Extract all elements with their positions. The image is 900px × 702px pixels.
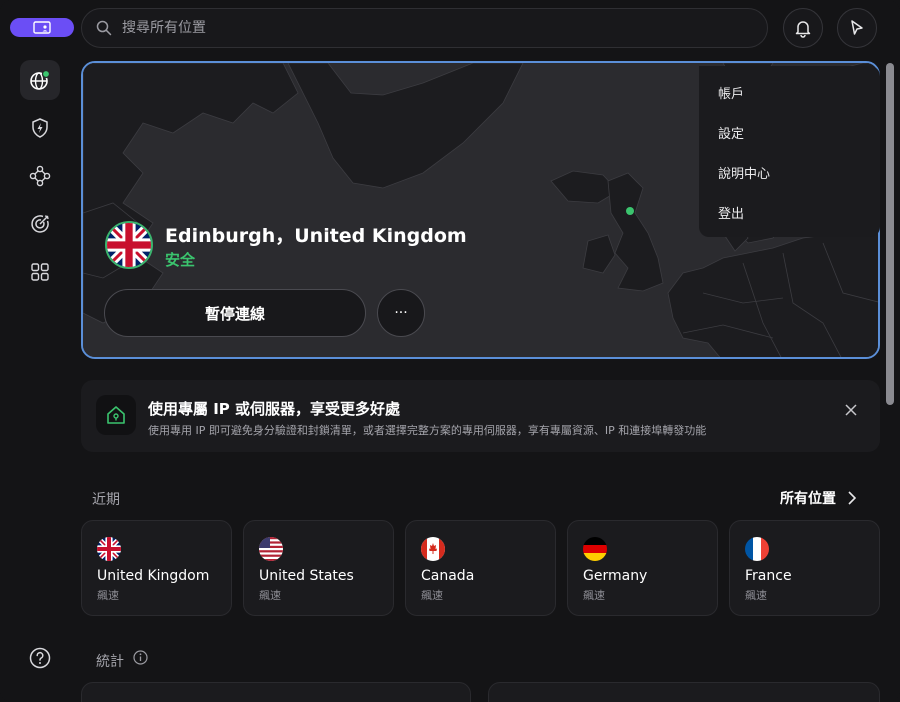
scrollbar-thumb[interactable] bbox=[886, 63, 894, 405]
card-location-sub: 飆速 bbox=[97, 589, 119, 602]
server-location-dot bbox=[626, 207, 634, 215]
profile-menu-button[interactable] bbox=[837, 8, 877, 48]
menu-item-account[interactable]: 帳戶 bbox=[699, 72, 880, 112]
sidebar-item-apps[interactable] bbox=[20, 252, 60, 292]
recent-location-card[interactable]: Germany 飆速 bbox=[567, 520, 718, 616]
uk-flag-icon bbox=[97, 537, 121, 561]
stats-card bbox=[81, 682, 471, 702]
card-location-name: United States bbox=[259, 568, 354, 584]
recent-location-card[interactable]: France 飆速 bbox=[729, 520, 880, 616]
promo-title: 使用專屬 IP 或伺服器，享受更多好處 bbox=[148, 400, 401, 418]
us-flag-icon bbox=[259, 537, 283, 561]
menu-item-settings[interactable]: 設定 bbox=[699, 112, 880, 152]
mesh-network-icon bbox=[29, 165, 51, 187]
card-location-name: France bbox=[745, 568, 792, 584]
card-location-sub: 飆速 bbox=[421, 589, 443, 602]
menu-item-logout[interactable]: 登出 bbox=[699, 192, 880, 232]
close-icon[interactable] bbox=[841, 400, 861, 420]
chevron-right-icon bbox=[848, 491, 856, 505]
account-badge-button[interactable] bbox=[10, 18, 74, 37]
sidebar-item-locations[interactable] bbox=[20, 60, 60, 100]
all-locations-link[interactable]: 所有位置 bbox=[780, 488, 856, 508]
card-location-sub: 飆速 bbox=[745, 589, 767, 602]
card-location-sub: 飆速 bbox=[583, 589, 605, 602]
de-flag-icon bbox=[583, 537, 607, 561]
card-location-name: United Kingdom bbox=[97, 568, 210, 584]
card-location-sub: 飆速 bbox=[259, 589, 281, 602]
cursor-arrow-icon bbox=[851, 20, 863, 35]
help-icon[interactable] bbox=[29, 647, 51, 669]
sidebar-item-mesh[interactable] bbox=[20, 156, 60, 196]
profile-card-icon bbox=[33, 21, 51, 34]
globe-icon bbox=[30, 69, 51, 90]
promo-description: 使用專用 IP 即可避免身分驗證和封鎖清單，或者選擇完整方案的專用伺服器，享有專… bbox=[148, 424, 707, 437]
card-location-name: Canada bbox=[421, 568, 475, 584]
recent-location-card[interactable]: United States 飆速 bbox=[243, 520, 394, 616]
stats-section-label: 統計 bbox=[96, 654, 124, 670]
menu-item-help-center[interactable]: 說明中心 bbox=[699, 152, 880, 192]
recent-section-label: 近期 bbox=[92, 492, 120, 508]
search-bar[interactable] bbox=[81, 8, 768, 48]
home-shield-icon bbox=[96, 395, 136, 435]
all-locations-label: 所有位置 bbox=[780, 491, 836, 507]
search-input[interactable] bbox=[122, 20, 722, 36]
pause-connection-button[interactable]: 暫停連線 bbox=[104, 289, 366, 337]
search-icon bbox=[96, 19, 114, 37]
notifications-button[interactable] bbox=[783, 8, 823, 48]
stats-card bbox=[488, 682, 880, 702]
ca-flag-icon bbox=[421, 537, 445, 561]
shield-bolt-icon bbox=[32, 118, 48, 138]
info-icon[interactable] bbox=[133, 650, 148, 665]
country-flag-uk bbox=[105, 221, 153, 269]
app-window: Edinburgh，United Kingdom 安全 暫停連線 ··· 帳戶 … bbox=[0, 0, 900, 702]
target-icon bbox=[31, 215, 49, 233]
connection-status: 安全 bbox=[165, 251, 196, 269]
recent-location-card[interactable]: Canada 飆速 bbox=[405, 520, 556, 616]
fr-flag-icon bbox=[745, 537, 769, 561]
account-dropdown-menu: 帳戶 設定 說明中心 登出 bbox=[699, 66, 880, 237]
card-location-name: Germany bbox=[583, 568, 648, 584]
recent-location-card[interactable]: United Kingdom 飆速 bbox=[81, 520, 232, 616]
sidebar-item-protection[interactable] bbox=[20, 108, 60, 148]
sidebar-item-threat-protection[interactable] bbox=[20, 204, 60, 244]
grid-apps-icon bbox=[31, 263, 49, 281]
connected-location-title: Edinburgh，United Kingdom bbox=[165, 225, 467, 247]
bell-icon bbox=[795, 21, 811, 38]
dedicated-ip-promo[interactable]: 使用專屬 IP 或伺服器，享受更多好處 使用專用 IP 即可避免身分驗證和封鎖清… bbox=[81, 380, 880, 452]
more-options-button[interactable]: ··· bbox=[377, 289, 425, 337]
